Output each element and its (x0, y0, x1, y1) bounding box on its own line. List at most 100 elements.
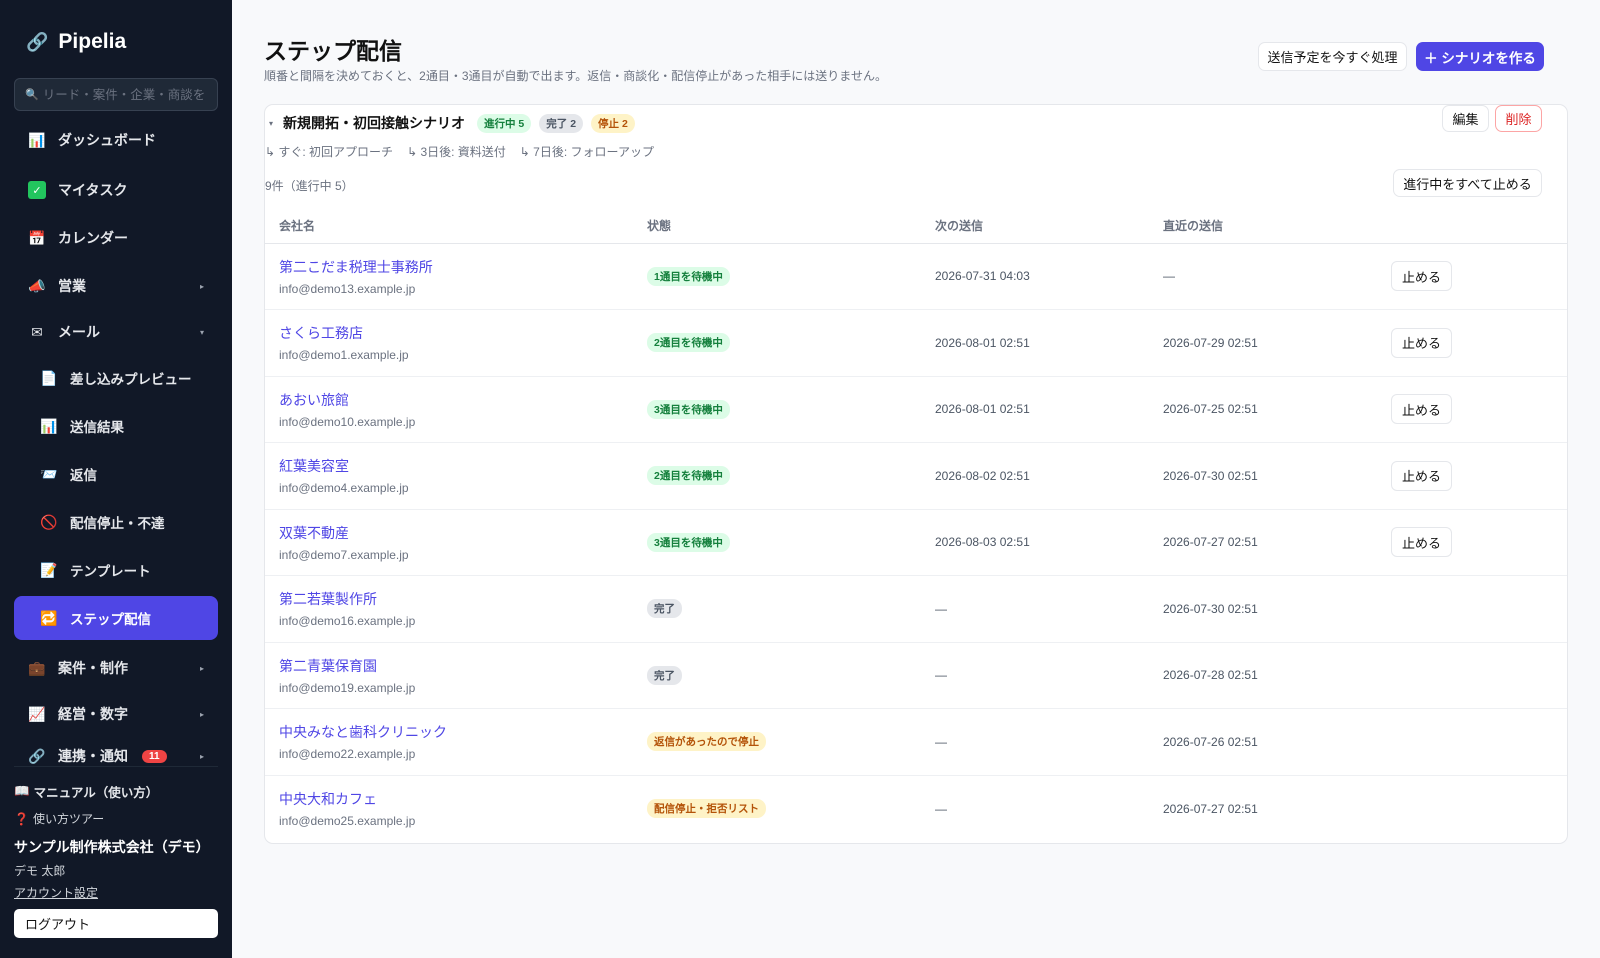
sidebar-item-label: カレンダー (58, 230, 128, 246)
sidebar-item-label: 返信 (70, 468, 97, 483)
stop-all-button[interactable]: 進行中をすべて止める (1393, 169, 1542, 197)
company-cell: 中央みなと歯科クリニック info@demo22.example.jp (265, 708, 633, 776)
company-cell: 紅葉美容室 info@demo4.example.jp (265, 442, 633, 510)
action-cell: 止める (1377, 243, 1567, 310)
chevron-right-icon: ▸ (199, 663, 204, 673)
company-link[interactable]: あおい旅館 (279, 390, 619, 410)
sidebar-item-dashboard[interactable]: 📊 ダッシュボード (14, 118, 218, 162)
company-link[interactable]: 中央大和カフェ (279, 789, 619, 809)
company-cell: 双葉不動産 info@demo7.example.jp (265, 509, 633, 576)
sidebar-item-label: ステップ配信 (70, 612, 151, 627)
next-send-cell: 2026-08-03 02:51 (921, 509, 1149, 576)
sidebar-item-unsubscribe[interactable]: 🚫 配信停止・不達 (14, 500, 218, 544)
search-input[interactable] (42, 87, 213, 102)
company-link[interactable]: 双葉不動産 (279, 523, 619, 543)
sidebar-item-label: 案件・制作 (58, 660, 128, 676)
company-email: info@demo25.example.jp (279, 814, 416, 828)
chevron-right-icon: ▸ (199, 709, 204, 719)
last-send-cell: 2026-07-26 02:51 (1149, 708, 1377, 776)
sidebar-item-sales[interactable]: 📣 営業 ▸ (14, 264, 218, 308)
status-badge: 3通目を待機中 (647, 399, 730, 419)
tour-link[interactable]: ❓ 使い方ツアー (14, 810, 104, 827)
company-link[interactable]: 第二青葉保育園 (279, 656, 619, 676)
sidebar-item-mail[interactable]: ✉ メール ▾ (14, 310, 218, 354)
sidebar-item-my-tasks[interactable]: ✓ マイタスク (14, 168, 218, 212)
company-link[interactable]: さくら工務店 (279, 323, 619, 343)
done-count-badge: 完了 2 (539, 113, 584, 133)
sidebar-item-projects[interactable]: 💼 案件・制作 ▸ (14, 646, 218, 690)
stop-button[interactable]: 止める (1391, 527, 1452, 558)
account-settings-link[interactable]: アカウント設定 (14, 884, 98, 901)
stop-button[interactable]: 止める (1391, 460, 1452, 491)
next-send-cell: 2026-08-01 02:51 (921, 309, 1149, 377)
sidebar-item-step-delivery[interactable]: 🔁 ステップ配信 (14, 596, 218, 640)
status-cell: 3通目を待機中 (633, 376, 921, 443)
sidebar-item-replies[interactable]: 📨 返信 (14, 452, 218, 496)
column-header-next-send[interactable]: 次の送信 (921, 209, 1149, 244)
last-send-cell: 2026-07-29 02:51 (1149, 309, 1377, 377)
collapse-toggle-icon[interactable]: ▾ (269, 119, 273, 128)
company-email: info@demo10.example.jp (279, 414, 416, 429)
column-header-status[interactable]: 状態 (633, 209, 921, 244)
page-description: 順番と間隔を決めておくと、2通目・3通目が自動で出ます。返信・商談化・配信停止が… (264, 69, 887, 83)
stop-button[interactable]: 止める (1391, 261, 1452, 292)
app-logo[interactable]: 🔗 Pipelia (26, 30, 126, 54)
company-email: info@demo16.example.jp (279, 614, 416, 629)
create-scenario-button[interactable]: ＋ シナリオを作る (1416, 42, 1544, 71)
table-header-row: 会社名 状態 次の送信 直近の送信 (265, 209, 1567, 244)
table-row: 第二こだま税理士事務所 info@demo13.example.jp 1通目を待機中… (265, 243, 1567, 310)
company-email: info@demo1.example.jp (279, 348, 409, 363)
chevron-right-icon: ▸ (199, 281, 204, 291)
table-row: 第二青葉保育園 info@demo19.example.jp 完了 —2026-07-… (265, 642, 1567, 709)
company-link[interactable]: 第二こだま税理士事務所 (279, 257, 619, 277)
sidebar-item-send-results[interactable]: 📊 送信結果 (14, 404, 218, 448)
company-link[interactable]: 中央みなと歯科クリニック (279, 722, 619, 742)
app-name: Pipelia (58, 30, 127, 53)
table-row: さくら工務店 info@demo1.example.jp 2通目を待機中 2026-0… (265, 309, 1567, 377)
sidebar-item-calendar[interactable]: 📅 カレンダー (14, 216, 218, 260)
company-email: info@demo19.example.jp (279, 680, 416, 695)
company-email: info@demo13.example.jp (279, 281, 416, 296)
manual-link[interactable]: 📖 マニュアル（使い方） (14, 782, 158, 801)
stop-button[interactable]: 止める (1391, 394, 1452, 425)
link-icon: 🔗 (26, 31, 49, 52)
delete-button[interactable]: 削除 (1495, 105, 1542, 132)
sidebar-item-label: 経営・数字 (58, 706, 128, 722)
prohibited-icon: 🚫 (40, 513, 58, 530)
check-icon: ✓ (28, 181, 46, 199)
template-icon: 📝 (40, 561, 58, 578)
sidebar-item-integrations[interactable]: 🔗 連携・通知 11 ▸ (14, 734, 218, 778)
status-badge: 2通目を待機中 (647, 333, 730, 353)
company-cell: 第二青葉保育園 info@demo19.example.jp (265, 642, 633, 709)
status-cell: 2通目を待機中 (633, 442, 921, 510)
next-send-cell: 2026-07-31 04:03 (921, 243, 1149, 310)
company-link[interactable]: 紅葉美容室 (279, 456, 619, 476)
company-cell: さくら工務店 info@demo1.example.jp (265, 309, 633, 377)
sidebar-item-templates[interactable]: 📝 テンプレート (14, 548, 218, 592)
process-now-button[interactable]: 送信予定を今すぐ処理 (1258, 42, 1407, 71)
envelope-icon: ✉ (31, 323, 43, 340)
table-body: 第二こだま税理士事務所 info@demo13.example.jp 1通目を待機中… (265, 243, 1567, 842)
global-search[interactable]: 🔍 (14, 78, 218, 111)
edit-button[interactable]: 編集 (1442, 105, 1489, 132)
tour-label: 使い方ツアー (32, 812, 105, 826)
sidebar-item-management[interactable]: 📈 経営・数字 ▸ (14, 692, 218, 736)
bar-chart-icon: 📊 (40, 417, 58, 434)
company-email: info@demo7.example.jp (279, 547, 409, 562)
repeat-icon: 🔁 (40, 609, 58, 626)
next-send-cell: 2026-08-02 02:51 (921, 442, 1149, 510)
company-name: サンプル制作株式会社（デモ） (14, 839, 210, 855)
chevron-down-icon: ▾ (199, 327, 204, 337)
column-header-last-send[interactable]: 直近の送信 (1149, 209, 1377, 244)
company-link[interactable]: 第二若葉製作所 (279, 589, 619, 609)
stop-button[interactable]: 止める (1391, 327, 1452, 358)
column-header-company[interactable]: 会社名 (265, 209, 633, 244)
status-badge: 3通目を待機中 (647, 532, 730, 552)
megaphone-icon: 📣 (28, 277, 46, 294)
enrollment-table: 会社名 状態 次の送信 直近の送信 第二こだま税理士事務所 info@demo13… (265, 209, 1567, 842)
notification-badge: 11 (142, 749, 167, 763)
logout-button[interactable]: ログアウト (14, 909, 218, 938)
sidebar-item-merge-preview[interactable]: 📄 差し込みプレビュー (14, 356, 218, 400)
step-item: ↳ すぐ: 初回アプローチ (265, 145, 394, 159)
table-row: 紅葉美容室 info@demo4.example.jp 2通目を待機中 2026-08… (265, 442, 1567, 510)
